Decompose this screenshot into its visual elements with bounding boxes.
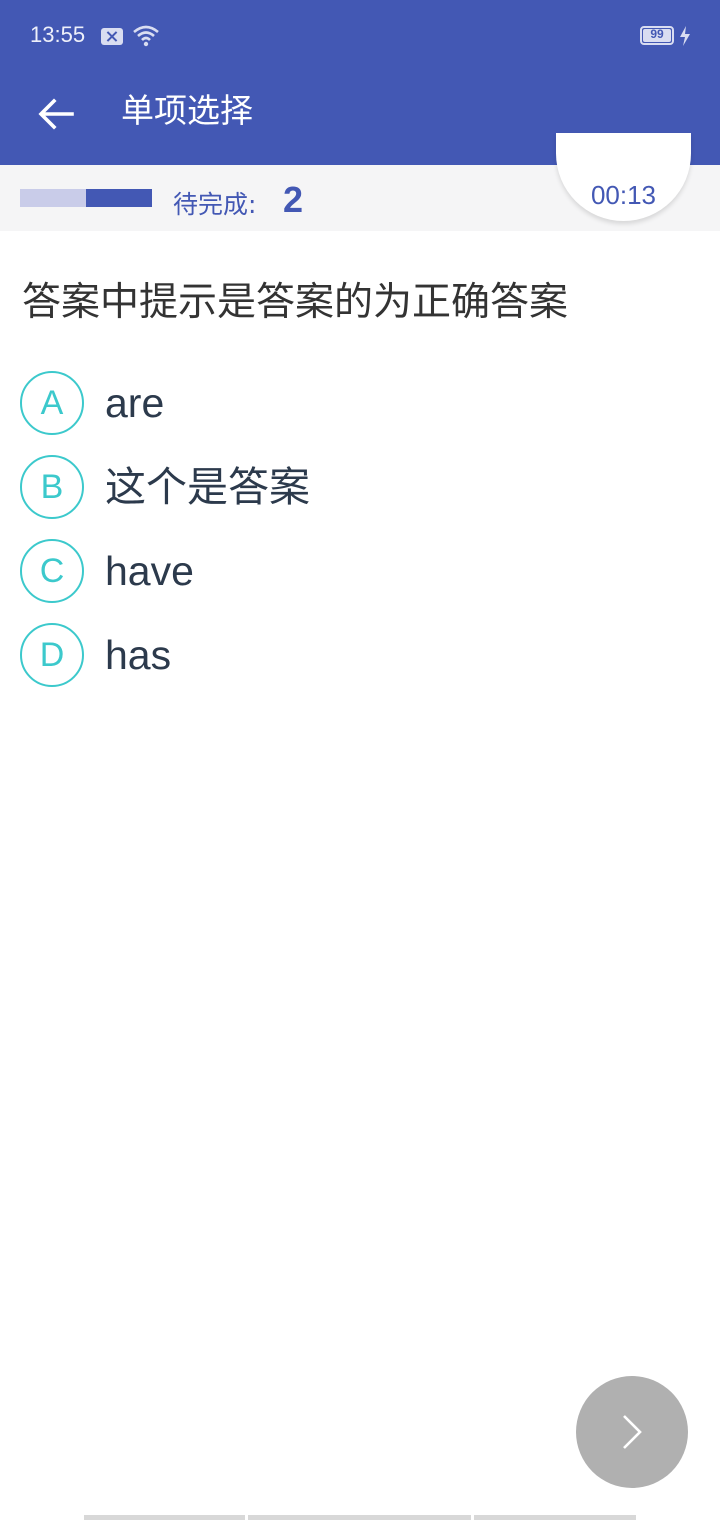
option-text: have — [105, 548, 194, 594]
nav-indicator-segment — [474, 1515, 636, 1520]
back-button[interactable] — [32, 90, 80, 138]
question-text: 答案中提示是答案的为正确答案 — [22, 280, 569, 325]
option-letter-badge: C — [20, 539, 84, 603]
battery-level: 99 — [650, 27, 664, 41]
option-text: are — [105, 380, 165, 426]
arrow-left-icon — [38, 98, 74, 130]
option-d[interactable]: D has — [20, 623, 700, 689]
page-title: 单项选择 — [121, 91, 253, 130]
next-question-button[interactable] — [576, 1376, 688, 1488]
option-letter-badge: B — [20, 455, 84, 519]
pending-count: 2 — [283, 179, 304, 220]
status-bar: 13:55 99 — [0, 0, 720, 76]
progress-bar-fill — [86, 189, 152, 207]
option-letter-badge: A — [20, 371, 84, 435]
option-text: 这个是答案 — [105, 464, 310, 510]
progress-bar — [20, 189, 152, 207]
pending-label: 待完成: — [173, 190, 257, 219]
status-time: 13:55 — [30, 22, 86, 47]
battery-icon: 99 — [640, 26, 674, 45]
notification-blocked-icon — [101, 28, 123, 45]
option-letter-badge: D — [20, 623, 84, 687]
option-b[interactable]: B 这个是答案 — [20, 455, 700, 521]
option-a[interactable]: A are — [20, 371, 700, 437]
charging-icon — [680, 26, 690, 46]
chevron-right-icon — [623, 1415, 642, 1449]
option-text: has — [105, 632, 172, 678]
timer-badge: 00:13 — [556, 133, 691, 221]
nav-indicator-segment — [248, 1515, 471, 1520]
timer-text: 00:13 — [590, 180, 657, 210]
nav-indicator-segment — [84, 1515, 245, 1520]
wifi-icon — [133, 25, 159, 47]
option-c[interactable]: C have — [20, 539, 700, 605]
